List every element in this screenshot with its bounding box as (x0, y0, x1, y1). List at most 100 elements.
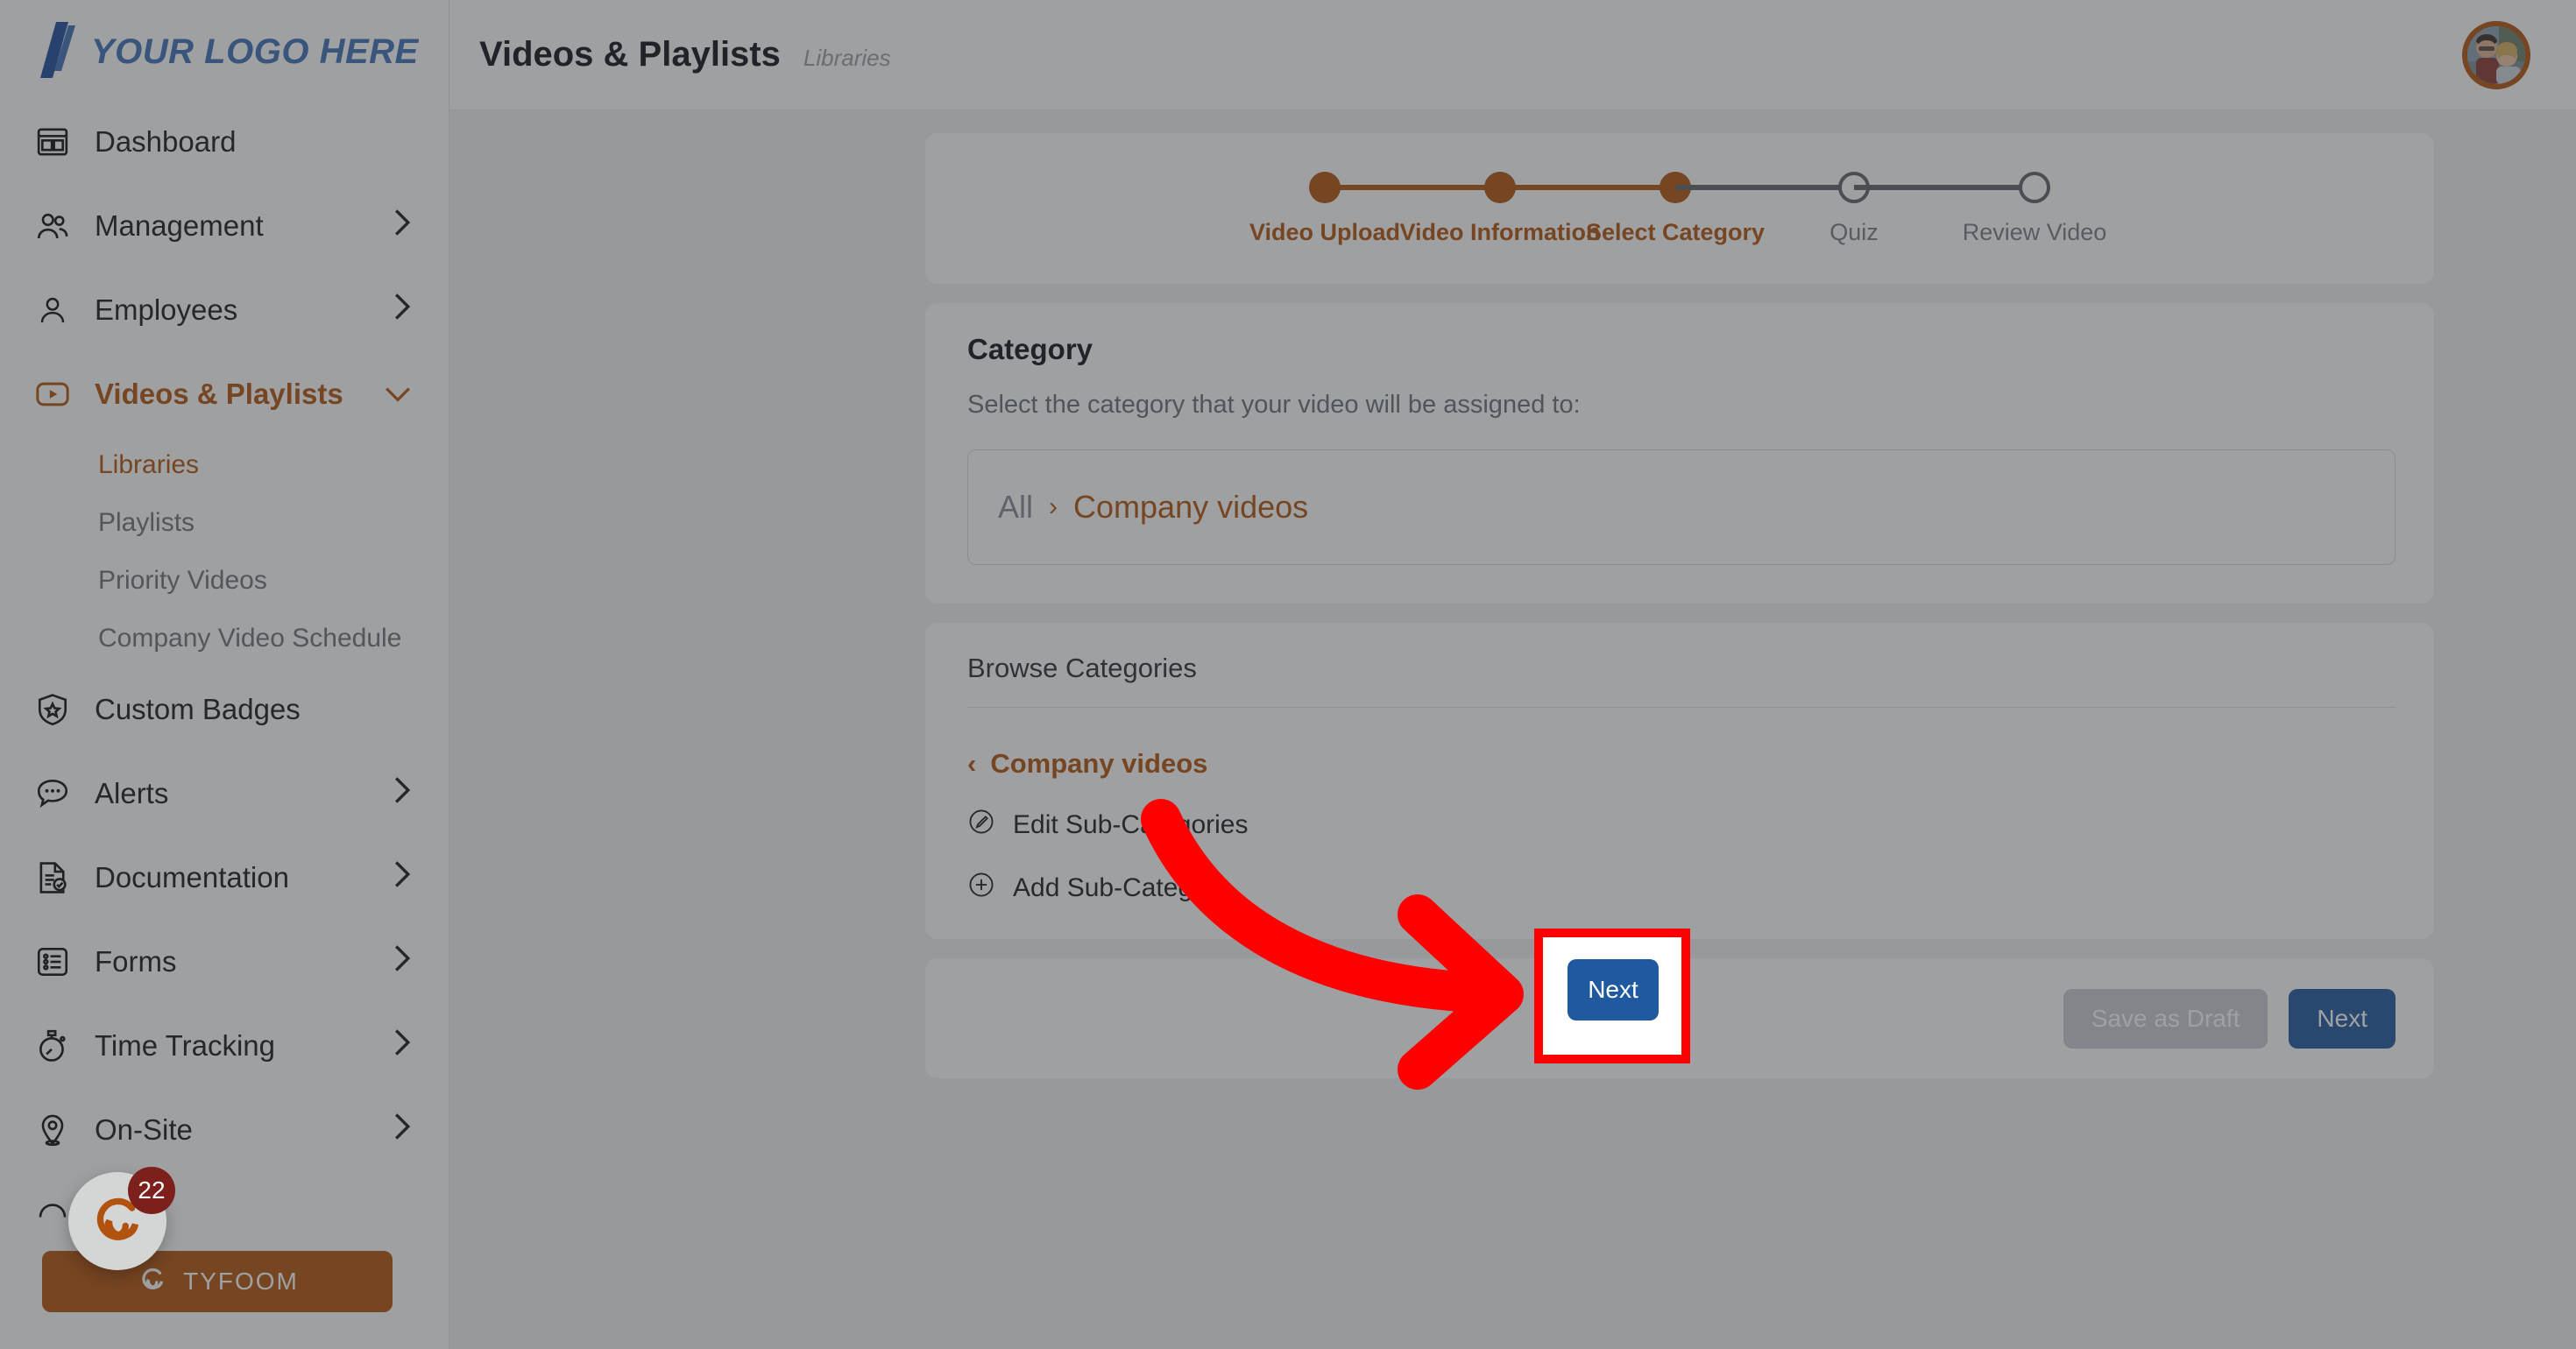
logo-mark-icon (33, 20, 79, 84)
chevron-left-icon: ‹ (967, 748, 977, 779)
chevron-down-icon (384, 378, 412, 411)
sidebar-subitem-priority-videos[interactable]: Priority Videos (0, 552, 449, 610)
step-connector (1325, 184, 1500, 190)
sidebar-item-custom-badges[interactable]: Custom Badges (0, 667, 449, 752)
step-label: Review Video (1962, 218, 2107, 245)
tyfoom-spiral-icon (136, 1262, 169, 1302)
wizard-footer: Save as Draft Next (925, 958, 2434, 1078)
category-path-root: All (998, 489, 1034, 525)
chevron-right-icon (393, 208, 412, 244)
sidebar-item-time-tracking[interactable]: Time Tracking (0, 1004, 449, 1088)
stopwatch-icon (33, 1027, 72, 1065)
sidebar-item-label: Employees (95, 293, 238, 326)
sidebar-subitem-label: Priority Videos (98, 566, 267, 595)
sidebar-item-label: Management (95, 209, 264, 242)
sidebar-item-alerts[interactable]: Alerts (0, 752, 449, 836)
back-to-company-videos[interactable]: ‹ Company videos (967, 748, 1207, 780)
step-connector (1675, 184, 1854, 190)
dashboard-icon (33, 123, 72, 161)
chevron-right-icon: › (1049, 492, 1058, 521)
browse-categories-card: Browse Categories ‹ Company videos Edit … (925, 623, 2434, 939)
avatar[interactable] (2462, 20, 2530, 89)
pencil-circle-icon (967, 808, 995, 843)
sidebar-item-videos-playlists[interactable]: Videos & Playlists (0, 352, 449, 436)
step-connector (1500, 184, 1675, 190)
action-label: Add Sub-Category (1013, 873, 1229, 902)
sidebar-item-on-site[interactable]: On-Site (0, 1088, 449, 1172)
step-label: Video Upload (1249, 218, 1401, 245)
logo[interactable]: YOUR LOGO HERE (0, 0, 449, 81)
sidebar-item-label: Forms (95, 945, 177, 978)
sidebar-item-label: Videos & Playlists (95, 378, 343, 410)
save-as-draft-button[interactable]: Save as Draft (2063, 988, 2268, 1049)
tyfoom-button-label: TYFOOM (183, 1268, 299, 1295)
stepper-card: Video Upload Video Information Select Ca… (925, 133, 2434, 284)
chat-bubble-icon (33, 774, 72, 813)
sidebar: YOUR LOGO HERE Dashboard Management Empl… (0, 0, 449, 1349)
sidebar-subitem-label: Playlists (98, 508, 195, 537)
sidebar-subitem-company-video-schedule[interactable]: Company Video Schedule (0, 610, 449, 667)
page-content: Video Upload Video Information Select Ca… (449, 133, 2576, 1078)
chevron-right-icon (393, 1112, 412, 1148)
chevron-right-icon (393, 1028, 412, 1064)
document-check-icon (33, 858, 72, 897)
step-label: Video Information (1399, 218, 1601, 245)
progress-stepper: Video Upload Video Information Select Ca… (1249, 171, 2106, 246)
chevron-right-icon (393, 943, 412, 980)
sidebar-subitem-libraries[interactable]: Libraries (0, 436, 449, 494)
step-connector (1854, 184, 2035, 190)
chevron-right-icon (393, 292, 412, 328)
chevron-right-icon (393, 859, 412, 896)
chat-widget-button[interactable]: 22 (68, 1167, 175, 1270)
sidebar-item-label: Alerts (95, 777, 169, 809)
sidebar-item-forms[interactable]: Forms (0, 920, 449, 1004)
form-list-icon (33, 943, 72, 981)
sidebar-item-label: On-Site (95, 1113, 193, 1146)
sidebar-item-documentation[interactable]: Documentation (0, 836, 449, 920)
top-bar: Videos & Playlists Libraries (449, 0, 2576, 110)
sidebar-subitem-label: Company Video Schedule (98, 624, 402, 653)
sidebar-item-label: Time Tracking (95, 1029, 275, 1062)
step-label: Select Category (1585, 218, 1766, 245)
sidebar-item-dashboard[interactable]: Dashboard (0, 100, 449, 184)
divider (967, 707, 2396, 708)
category-card: Category Select the category that your v… (925, 303, 2434, 604)
back-label: Company videos (990, 748, 1208, 779)
main-area: Videos & Playlists Libraries Video Uploa… (449, 0, 2576, 1349)
selected-category-box[interactable]: All › Company videos (967, 449, 2396, 565)
logo-text: YOUR LOGO HERE (91, 32, 419, 71)
action-label: Edit Sub-Categories (1013, 810, 1249, 839)
partial-icon (33, 1195, 72, 1233)
plus-circle-icon (967, 871, 995, 906)
category-card-title: Category (967, 333, 1093, 365)
sidebar-item-label: Dashboard (95, 125, 237, 158)
sidebar-item-label: Documentation (95, 861, 289, 893)
sidebar-item-partially-hidden[interactable] (0, 1172, 449, 1256)
category-card-subtitle: Select the category that your video will… (967, 391, 1581, 419)
page-title: Videos & Playlists (479, 35, 781, 74)
video-play-icon (33, 375, 72, 413)
breadcrumb: Libraries (803, 45, 891, 71)
sidebar-subitem-label: Libraries (98, 450, 200, 479)
edit-sub-categories-action[interactable]: Edit Sub-Categories (967, 808, 1248, 843)
sidebar-item-management[interactable]: Management (0, 184, 449, 268)
sidebar-nav: Dashboard Management Employees Videos & … (0, 100, 449, 1256)
user-icon (33, 291, 72, 329)
sidebar-item-label: Custom Badges (95, 693, 301, 725)
browse-categories-title: Browse Categories (967, 653, 1197, 683)
screenshot-root: YOUR LOGO HERE Dashboard Management Empl… (0, 0, 2576, 1349)
chevron-right-icon (393, 775, 412, 812)
category-path-selected: Company videos (1073, 489, 1309, 525)
next-button-highlighted[interactable]: Next (1568, 959, 1659, 1021)
sidebar-item-employees[interactable]: Employees (0, 268, 449, 352)
sidebar-subitem-playlists[interactable]: Playlists (0, 494, 449, 552)
users-group-icon (33, 207, 72, 245)
map-pin-icon (33, 1111, 72, 1149)
chat-unread-badge: 22 (128, 1167, 175, 1214)
add-sub-category-action[interactable]: Add Sub-Category (967, 871, 1229, 906)
shield-star-icon (33, 690, 72, 729)
app-shell: YOUR LOGO HERE Dashboard Management Empl… (0, 0, 2576, 1349)
step-label: Quiz (1829, 218, 1879, 245)
step-dot-icon (2019, 171, 2050, 203)
next-button[interactable]: Next (2289, 988, 2396, 1049)
